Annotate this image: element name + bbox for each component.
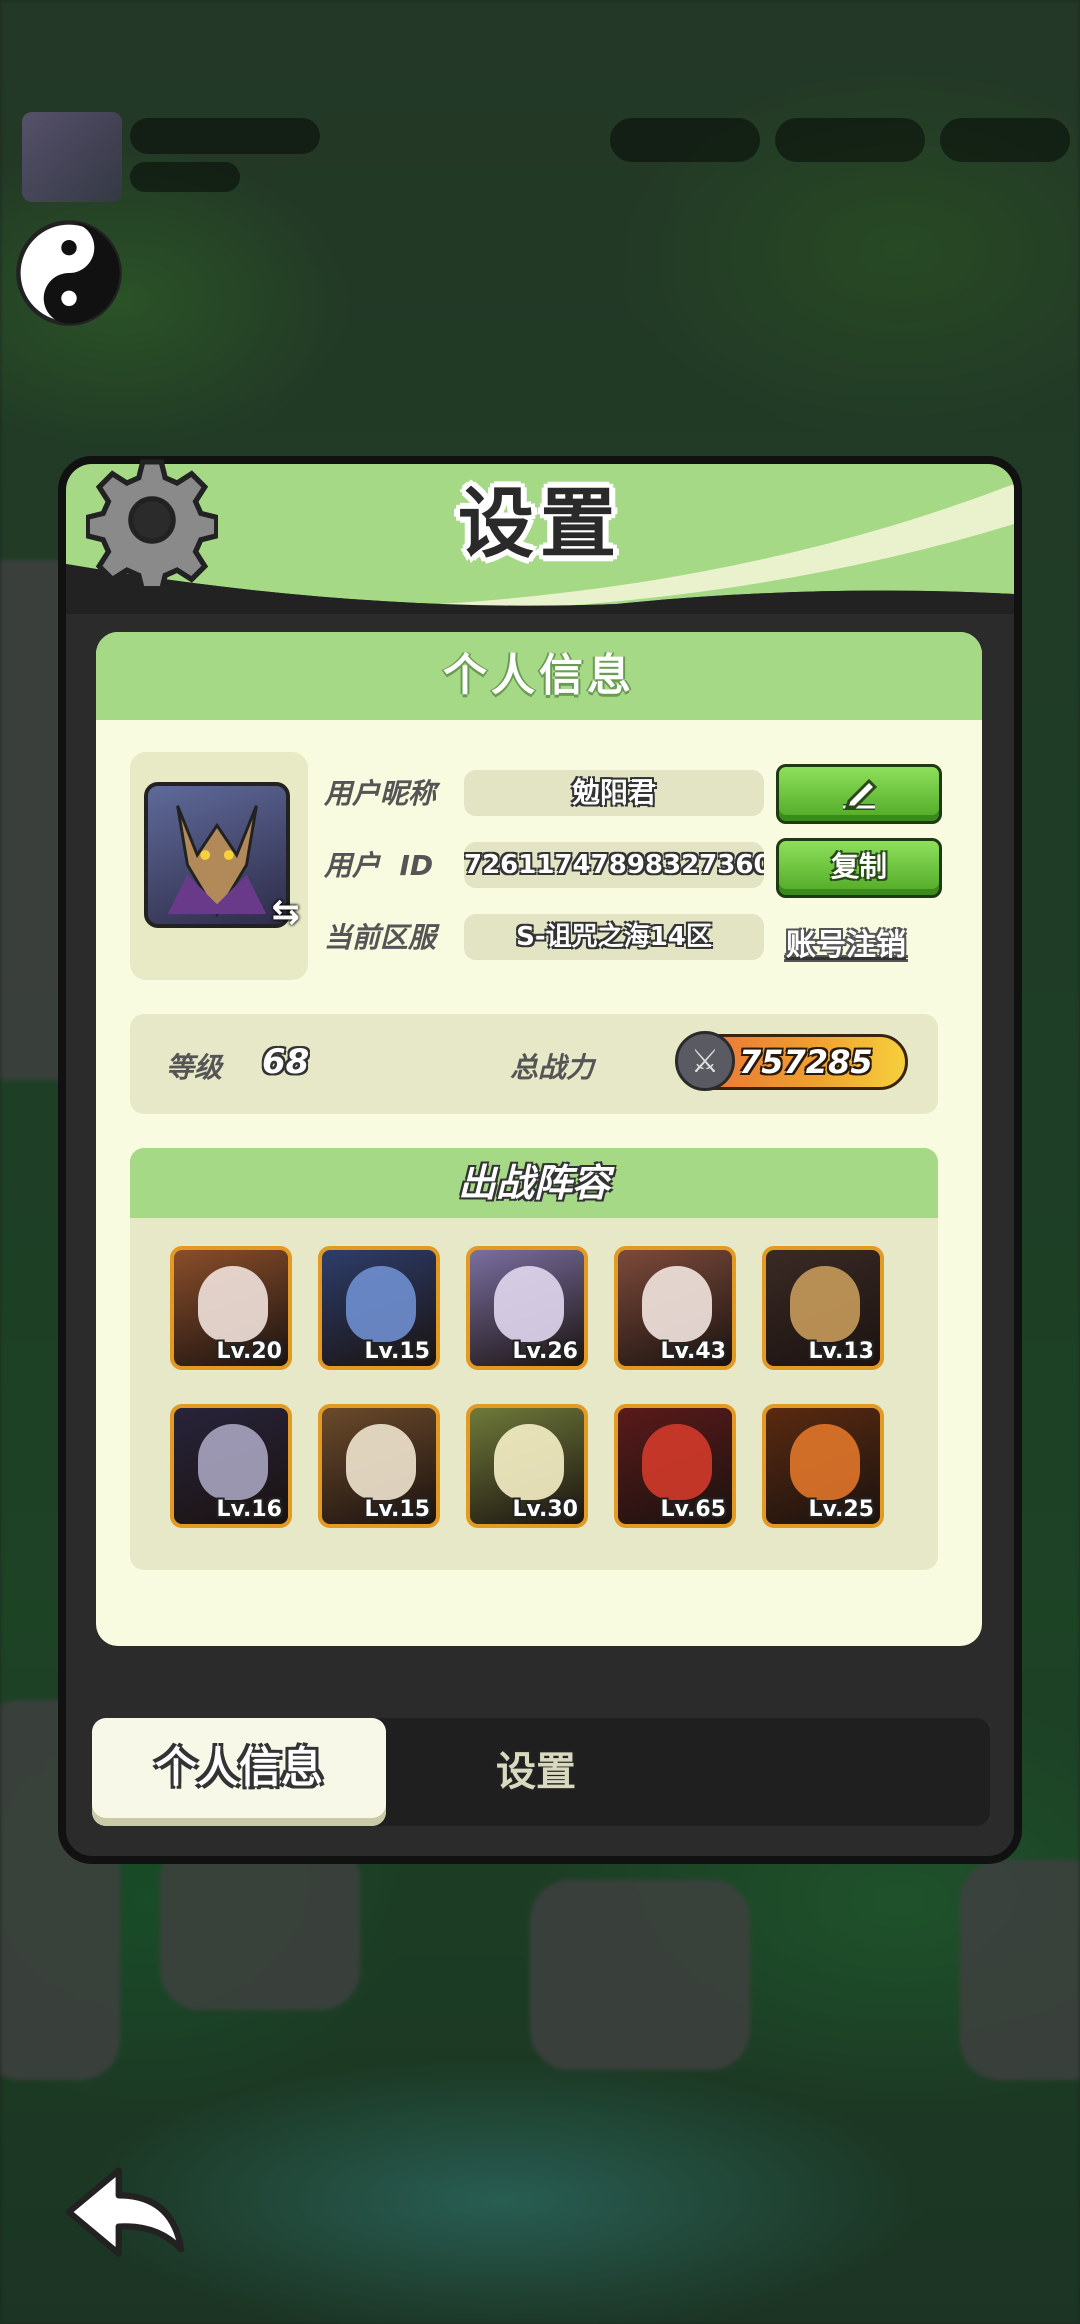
back-arrow-icon[interactable]: [58, 2160, 194, 2264]
hero-level: Lv.30: [512, 1497, 578, 1522]
hud-resource-2[interactable]: [775, 118, 925, 162]
hero-portrait[interactable]: Lv.30: [466, 1404, 588, 1528]
hero-portrait[interactable]: Lv.65: [614, 1404, 736, 1528]
hero-portrait[interactable]: Lv.20: [170, 1246, 292, 1370]
crossed-swords-icon: ⚔: [675, 1031, 735, 1091]
hero-level: Lv.43: [660, 1339, 726, 1364]
user-id-label: 用户 ID: [324, 849, 434, 882]
stats-bar: 等级 68 总战力 ⚔ 757285: [130, 1014, 938, 1114]
hero-face: [790, 1266, 860, 1342]
nickname-label: 用户昵称: [324, 777, 437, 810]
tab-bar: 个人信息 设置: [92, 1718, 990, 1826]
level-label: 等级: [166, 1051, 223, 1084]
hero-level: Lv.15: [364, 1497, 430, 1522]
goat-portrait-icon: [167, 805, 267, 918]
hero-face: [198, 1266, 268, 1342]
hero-face: [494, 1424, 564, 1500]
server-field: S-诅咒之海14区: [464, 914, 764, 960]
copy-button[interactable]: 复制: [776, 838, 942, 898]
power-value: 757285: [739, 1043, 873, 1081]
hero-portrait[interactable]: Lv.15: [318, 1404, 440, 1528]
hud-resource-3[interactable]: [940, 118, 1070, 162]
hud-resource-1[interactable]: [610, 118, 760, 162]
server-label: 当前区服: [324, 921, 437, 954]
yin-yang-icon[interactable]: [14, 218, 124, 328]
hero-portrait[interactable]: Lv.25: [762, 1404, 884, 1528]
hero-face: [642, 1266, 712, 1342]
hero-face: [494, 1266, 564, 1342]
hero-level: Lv.20: [216, 1339, 282, 1364]
hero-face: [198, 1424, 268, 1500]
hero-portrait[interactable]: Lv.26: [466, 1246, 588, 1370]
tab-profile[interactable]: 个人信息: [92, 1718, 386, 1826]
hero-face: [642, 1424, 712, 1500]
hero-level: Lv.16: [216, 1497, 282, 1522]
hero-face: [790, 1424, 860, 1500]
hero-face: [346, 1266, 416, 1342]
hud-avatar[interactable]: [22, 112, 122, 202]
hero-level: Lv.65: [660, 1497, 726, 1522]
swap-avatar-icon[interactable]: ⇆: [272, 892, 301, 932]
hero-portrait[interactable]: Lv.16: [170, 1404, 292, 1528]
panel-title: 设置: [458, 479, 622, 568]
profile-card: 个人信息 ⇆ 用户昵称 勉阳君 用户 ID 7261174789832736​0…: [96, 632, 982, 1646]
hero-level: Lv.25: [808, 1497, 874, 1522]
power-label: 总战力: [510, 1051, 595, 1084]
lineup-title: 出战阵容: [130, 1148, 938, 1218]
level-value: 68: [262, 1042, 310, 1082]
lineup-section: 出战阵容 Lv.20 Lv.15 Lv.26 Lv.43 Lv.13 Lv.16 Lv.15…: [130, 1148, 938, 1570]
hero-level: Lv.13: [808, 1339, 874, 1364]
hud-exp-bar: [130, 118, 320, 154]
avatar[interactable]: [144, 782, 290, 928]
hero-level: Lv.26: [512, 1339, 578, 1364]
user-id-field: 7261174789832736​0: [464, 842, 764, 888]
hud-sub-bar: [130, 162, 240, 192]
hero-level: Lv.15: [364, 1339, 430, 1364]
pencil-icon: [843, 778, 878, 810]
avatar-container: ⇆: [130, 752, 308, 980]
hero-portrait[interactable]: Lv.43: [614, 1246, 736, 1370]
power-badge: ⚔ 757285: [675, 1031, 908, 1091]
profile-section-title: 个人信息: [96, 632, 982, 720]
hero-portrait[interactable]: Lv.15: [318, 1246, 440, 1370]
hero-face: [346, 1424, 416, 1500]
nickname-field: 勉阳君: [464, 770, 764, 816]
cancel-account-link[interactable]: 账号注销: [786, 920, 906, 964]
edit-nickname-button[interactable]: [776, 764, 942, 824]
tab-settings[interactable]: 设置: [386, 1718, 686, 1826]
hero-portrait[interactable]: Lv.13: [762, 1246, 884, 1370]
